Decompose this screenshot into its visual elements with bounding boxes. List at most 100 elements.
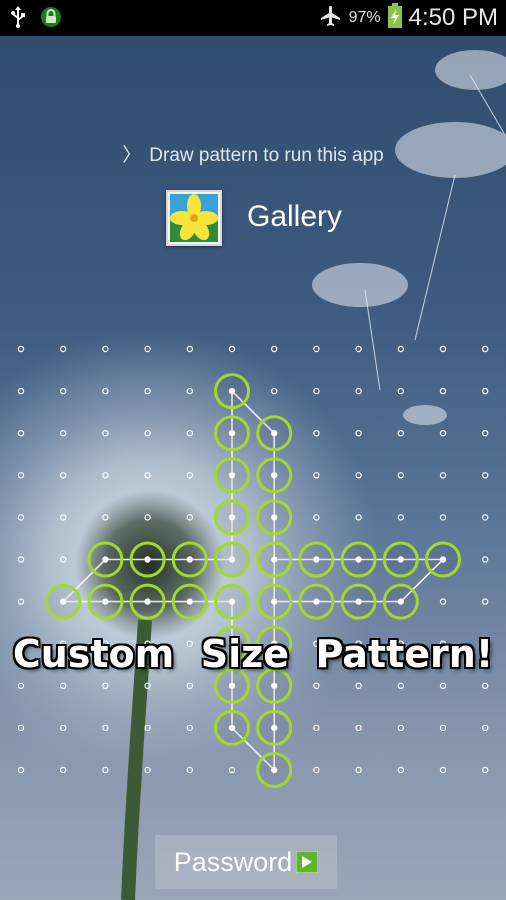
pattern-dot[interactable]	[397, 387, 404, 395]
pattern-dot[interactable]	[60, 430, 67, 437]
pattern-dot[interactable]	[17, 766, 25, 774]
pattern-dot[interactable]	[482, 472, 489, 479]
pattern-dot[interactable]	[144, 724, 151, 732]
pattern-dot[interactable]	[60, 387, 67, 395]
pattern-dot[interactable]	[102, 430, 109, 437]
pattern-node-center	[271, 430, 278, 437]
pattern-dot[interactable]	[144, 430, 151, 437]
pattern-dot[interactable]	[228, 345, 236, 353]
pattern-node-center	[271, 767, 278, 773]
pattern-dot[interactable]	[186, 514, 193, 521]
pattern-dot[interactable]	[60, 514, 67, 521]
pattern-dot[interactable]	[271, 387, 278, 395]
pattern-dot[interactable]	[60, 345, 67, 353]
pattern-dot[interactable]	[17, 724, 25, 732]
pattern-node-center	[102, 556, 109, 563]
pattern-dot[interactable]	[60, 766, 67, 774]
pattern-dot[interactable]	[102, 724, 109, 732]
pattern-dot[interactable]	[102, 472, 109, 479]
pattern-dot[interactable]	[313, 430, 320, 437]
pattern-dot[interactable]	[482, 556, 489, 563]
pattern-dot[interactable]	[313, 472, 320, 479]
pattern-dot[interactable]	[355, 682, 362, 690]
pattern-dot[interactable]	[482, 514, 489, 521]
pattern-dot[interactable]	[17, 430, 25, 437]
pattern-dot[interactable]	[144, 345, 151, 353]
pattern-dot[interactable]	[144, 514, 151, 521]
pattern-dot[interactable]	[482, 598, 489, 605]
pattern-dot[interactable]	[482, 766, 489, 774]
pattern-dot[interactable]	[397, 724, 404, 732]
pattern-dot[interactable]	[439, 472, 447, 479]
pattern-dot[interactable]	[482, 682, 489, 690]
pattern-dot[interactable]	[482, 724, 489, 732]
pattern-dot[interactable]	[397, 514, 404, 521]
pattern-dot[interactable]	[60, 472, 67, 479]
pattern-dot[interactable]	[439, 724, 447, 732]
pattern-node-center	[144, 598, 151, 605]
pattern-dot[interactable]	[439, 682, 447, 690]
pattern-dot[interactable]	[17, 472, 25, 479]
pattern-dot[interactable]	[17, 514, 25, 521]
pattern-dot[interactable]	[355, 724, 362, 732]
pattern-dot[interactable]	[355, 766, 362, 774]
pattern-grid[interactable]	[0, 0, 506, 900]
pattern-dot[interactable]	[186, 430, 193, 437]
pattern-dot[interactable]	[144, 682, 151, 690]
pattern-node-center	[229, 683, 235, 689]
pattern-node-center	[229, 388, 235, 394]
pattern-dot[interactable]	[439, 430, 447, 437]
pattern-dot[interactable]	[397, 430, 404, 437]
pattern-dot[interactable]	[439, 598, 447, 605]
pattern-dot[interactable]	[102, 514, 109, 521]
pattern-dot[interactable]	[355, 472, 362, 479]
pattern-dot[interactable]	[144, 766, 151, 774]
pattern-dot[interactable]	[186, 766, 193, 774]
pattern-dot[interactable]	[355, 345, 362, 353]
pattern-dot[interactable]	[186, 724, 193, 732]
pattern-dot[interactable]	[102, 345, 109, 353]
pattern-dot[interactable]	[17, 556, 25, 563]
pattern-dot[interactable]	[17, 682, 25, 690]
pattern-dot[interactable]	[228, 766, 236, 774]
pattern-dot[interactable]	[397, 472, 404, 479]
pattern-dot[interactable]	[186, 345, 193, 353]
pattern-dot[interactable]	[60, 556, 67, 563]
pattern-dot[interactable]	[397, 682, 404, 690]
pattern-dot[interactable]	[17, 345, 25, 353]
pattern-dot[interactable]	[313, 682, 320, 690]
pattern-dot[interactable]	[17, 598, 25, 605]
pattern-dot[interactable]	[482, 345, 489, 353]
pattern-dot[interactable]	[313, 766, 320, 774]
pattern-dot[interactable]	[271, 345, 278, 353]
pattern-dot[interactable]	[482, 387, 489, 395]
pattern-dot[interactable]	[397, 766, 404, 774]
pattern-dot[interactable]	[439, 766, 447, 774]
pattern-dot[interactable]	[102, 682, 109, 690]
pattern-dot[interactable]	[355, 514, 362, 521]
pattern-dot[interactable]	[102, 387, 109, 395]
pattern-dot[interactable]	[60, 724, 67, 732]
pattern-node-center	[355, 556, 362, 563]
pattern-dot[interactable]	[60, 682, 67, 690]
pattern-dot[interactable]	[439, 387, 447, 395]
pattern-dot[interactable]	[439, 514, 447, 521]
password-button[interactable]: Password	[155, 835, 337, 889]
pattern-dot[interactable]	[144, 387, 151, 395]
pattern-dot[interactable]	[186, 387, 193, 395]
pattern-dot[interactable]	[186, 682, 193, 690]
pattern-dot[interactable]	[313, 345, 320, 353]
pattern-dot[interactable]	[313, 724, 320, 732]
pattern-dot[interactable]	[355, 430, 362, 437]
pattern-dot[interactable]	[439, 345, 447, 353]
pattern-dot[interactable]	[313, 387, 320, 395]
pattern-dot[interactable]	[397, 345, 404, 353]
pattern-dot[interactable]	[313, 514, 320, 521]
pattern-node-center	[229, 598, 235, 605]
pattern-dot[interactable]	[102, 766, 109, 774]
pattern-dot[interactable]	[186, 472, 193, 479]
pattern-dot[interactable]	[355, 387, 362, 395]
pattern-dot[interactable]	[482, 430, 489, 437]
pattern-dot[interactable]	[17, 387, 25, 395]
pattern-dot[interactable]	[144, 472, 151, 479]
